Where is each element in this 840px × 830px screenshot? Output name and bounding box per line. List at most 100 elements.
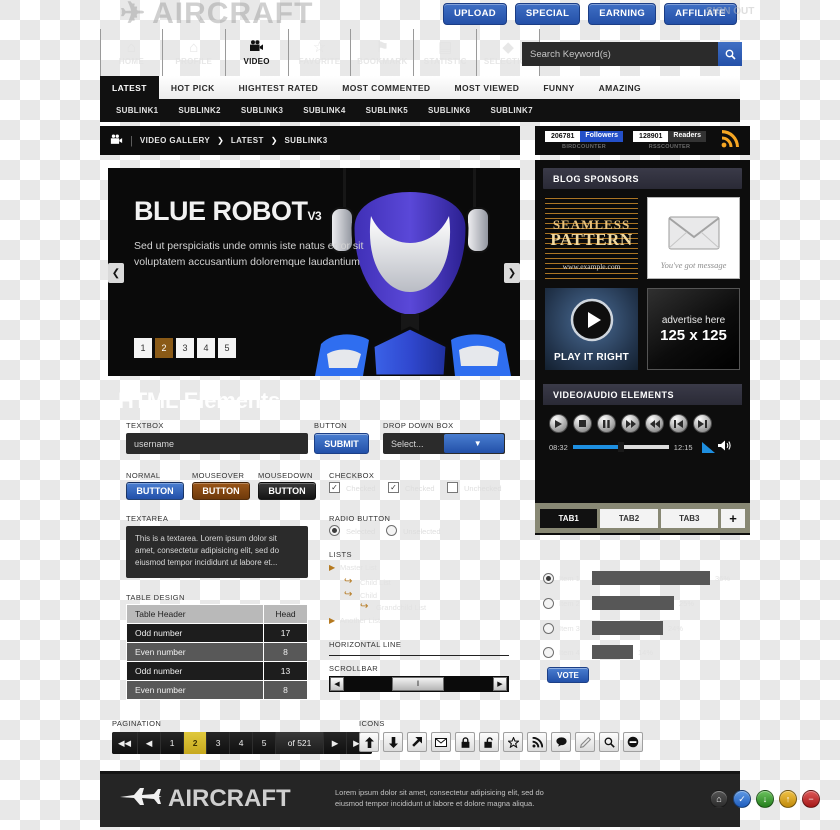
slider-prev-button[interactable]: ❮ [108,263,124,283]
nav-item-statistic[interactable]: ▤ STATISTIC [414,29,478,76]
pagination-page-5[interactable]: 5 [253,732,277,754]
advertise-here-ad[interactable]: advertise here 125 x 125 [647,288,740,370]
poll-radio-4[interactable] [543,646,554,658]
lock-closed-icon[interactable] [455,732,475,752]
poll-option-3[interactable]: Item 3 24% [543,620,683,636]
pause-button[interactable] [597,414,616,433]
minus-icon[interactable] [623,732,643,752]
normal-state-button[interactable]: BUTTON [126,482,184,500]
pencil-icon[interactable] [575,732,595,752]
tab-1[interactable]: TAB1 [540,508,598,528]
star-icon[interactable] [503,732,523,752]
slider-thumb-4[interactable]: 4 [197,338,215,358]
submit-button[interactable]: SUBMIT [314,433,369,454]
message-ad[interactable]: You've got message [647,197,740,279]
check-icon[interactable]: ✓ [733,790,751,808]
pagination-page-3[interactable]: 3 [207,732,231,754]
pagination-page-1[interactable]: 1 [161,732,185,754]
minus-icon[interactable]: − [802,790,820,808]
home-icon[interactable]: ⌂ [710,790,728,808]
search-icon[interactable] [599,732,619,752]
nav-item-bookmark[interactable]: ⚑ BOOKMARK [351,29,415,76]
sublink-5[interactable]: SUBLINK5 [356,106,418,115]
slider-next-button[interactable]: ❯ [504,263,520,283]
upload-icon[interactable]: ↑ [779,790,797,808]
list-item-child-2[interactable]: Child [360,591,377,600]
play-it-right-ad[interactable]: PLAY IT RIGHT [545,288,638,370]
poll-radio-2[interactable] [543,597,554,609]
slider-thumb-2[interactable]: 2 [155,338,173,358]
checkbox-1[interactable]: ✓ [329,482,340,493]
list-item-grandchild[interactable]: Grandchild List [376,603,426,612]
radio-selected[interactable] [329,525,340,536]
media-seek-track[interactable] [572,442,669,452]
breadcrumb-item-gallery[interactable]: VIDEO GALLERY [140,136,210,145]
sublink-4[interactable]: SUBLINK4 [293,106,355,115]
slider-thumb-1[interactable]: 1 [134,338,152,358]
arrow-up-icon[interactable] [359,732,379,752]
list-item-child-1[interactable]: Child List [360,578,391,587]
checkbox-2[interactable]: ✓ [388,482,399,493]
arrow-diagonal-icon[interactable] [407,732,427,752]
tab-funny[interactable]: FUNNY [531,76,586,99]
tab-most-commented[interactable]: MOST COMMENTED [330,76,442,99]
add-tab-button[interactable]: + [720,508,745,528]
mousedown-state-button[interactable]: BUTTON [258,482,316,500]
lock-open-icon[interactable] [479,732,499,752]
nav-item-video[interactable]: VIDEO [226,29,289,76]
tab-3[interactable]: TAB3 [660,508,718,528]
rewind-button[interactable] [645,414,664,433]
sublink-3[interactable]: SUBLINK3 [231,106,293,115]
slider-thumb-5[interactable]: 5 [218,338,236,358]
search-icon[interactable] [718,42,742,66]
tab-amazing[interactable]: AMAZING [587,76,653,99]
scrollbar-left-arrow-icon[interactable]: ◀ [330,677,344,691]
poll-option-2[interactable]: Item 2 25% [543,595,694,611]
nav-item-favorite[interactable]: ☆ FAVORITE [289,29,352,76]
rss-icon[interactable] [527,732,547,752]
special-button[interactable]: SPECIAL [514,3,581,25]
nav-item-profile[interactable]: ⌂ PROFILE [163,29,226,76]
pagination-next[interactable]: ▶ [324,732,348,754]
poll-option-4[interactable]: Item 4 14% [543,644,653,660]
earning-button[interactable]: EARNING [588,3,657,25]
sublink-2[interactable]: SUBLINK2 [168,106,230,115]
upload-button[interactable]: UPLOAD [443,3,507,25]
list-item-master[interactable]: Master List [340,563,377,572]
pagination-first[interactable]: ◀◀ [112,732,139,754]
scrollbar-thumb[interactable]: ‖ [392,677,444,691]
media-seek-knob[interactable] [617,442,624,452]
vote-button[interactable]: VOTE [547,667,589,683]
envelope-icon[interactable] [431,732,451,752]
sublink-6[interactable]: SUBLINK6 [418,106,480,115]
comment-icon[interactable] [551,732,571,752]
rss-icon[interactable] [720,129,740,153]
seamless-pattern-ad[interactable]: SEAMLESS PATTERN www.example.com [545,197,638,279]
tab-hot-pick[interactable]: HOT PICK [159,76,227,99]
scrollbar-right-arrow-icon[interactable]: ▶ [493,677,507,691]
select-dropdown[interactable]: Select... ▼ [383,433,505,454]
nav-item-home[interactable]: ⌂ HOME [100,29,163,76]
poll-radio-3[interactable] [543,622,554,634]
poll-option-1[interactable]: Item 1 36% [543,570,730,586]
tab-hightest-rated[interactable]: HIGHTEST RATED [227,76,331,99]
sublink-7[interactable]: SUBLINK7 [480,106,542,115]
stop-button[interactable] [573,414,592,433]
checkbox-3[interactable] [447,482,458,493]
sign-out-link[interactable]: SIGN OUT [706,6,754,17]
sample-textarea[interactable]: This is a textarea. Lorem ipsum dolor si… [126,526,308,578]
play-button[interactable] [549,414,568,433]
fast-forward-button[interactable] [621,414,640,433]
poll-radio-1[interactable] [543,572,554,584]
search-input[interactable] [522,42,718,66]
previous-track-button[interactable] [669,414,688,433]
pagination-page-4[interactable]: 4 [230,732,254,754]
list-item-another[interactable]: Another List [340,616,380,625]
slider-thumb-3[interactable]: 3 [176,338,194,358]
tab-most-viewed[interactable]: MOST VIEWED [442,76,531,99]
volume-control[interactable] [701,440,731,454]
radio-unselected[interactable] [386,525,397,536]
mouseover-state-button[interactable]: BUTTON [192,482,250,500]
horizontal-scrollbar[interactable]: ◀ ‖ ▶ [329,676,509,692]
tab-2[interactable]: TAB2 [600,508,658,528]
